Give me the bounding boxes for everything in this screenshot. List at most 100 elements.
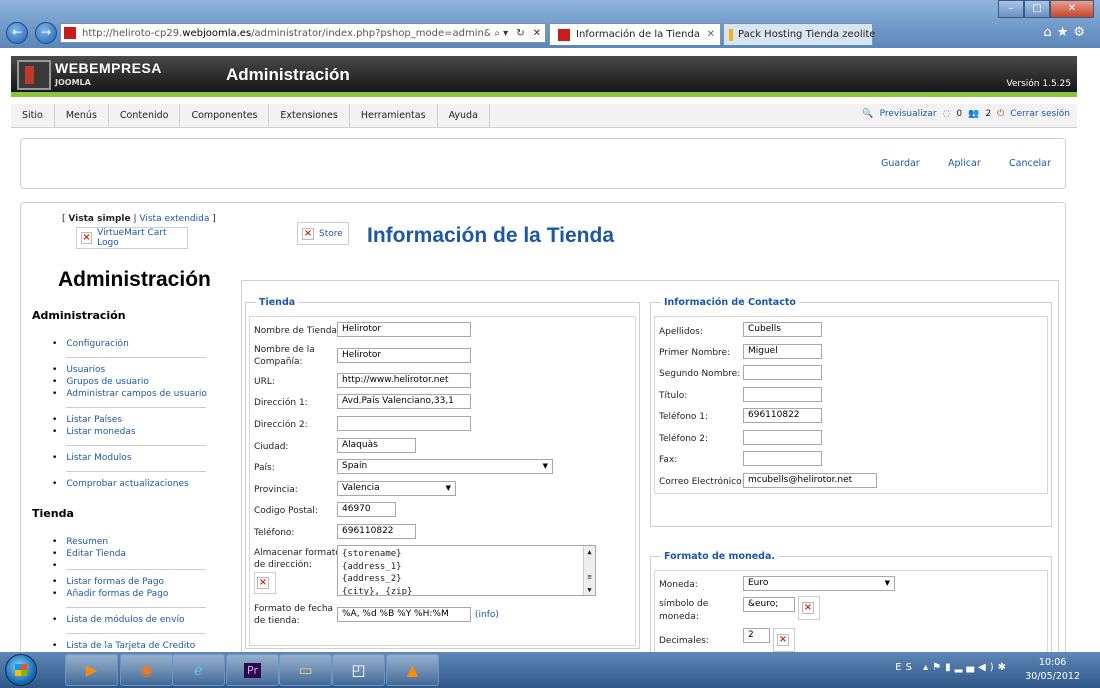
middle-name-input[interactable] (743, 365, 822, 380)
taskbar-firefox[interactable]: ◉ (120, 654, 173, 686)
stop-icon[interactable]: ✕ (529, 28, 545, 39)
logout-link[interactable]: Cerrar sesión (1010, 109, 1070, 119)
address-format-line: {city}, {zip} (342, 586, 413, 596)
volume-icon[interactable]: ◀) (978, 662, 998, 673)
sidebar-item-users[interactable]: Usuarios (52, 365, 105, 375)
taskbar-explorer[interactable]: ▭ (279, 654, 332, 686)
cancel-button[interactable]: Cancelar (1009, 158, 1051, 169)
state-select[interactable]: Valencia (337, 481, 456, 496)
refresh-icon[interactable]: ↻ (512, 28, 528, 39)
users-count[interactable]: 2 (985, 109, 991, 119)
textarea-scrollbar[interactable]: ▲ ≡ ▼ (583, 546, 595, 595)
sidebar-item-edit-store[interactable]: Editar Tienda (52, 549, 126, 559)
version-label: Versión 1.5.25 (1006, 79, 1071, 89)
phone-1-input[interactable]: 696110822 (743, 408, 822, 423)
close-button[interactable]: ✕ (1050, 0, 1094, 18)
favorites-star-icon[interactable]: ★ (1057, 25, 1074, 40)
tab-hosting-pack[interactable]: Pack Hosting Tienda zeolite (723, 23, 875, 45)
taskbar-vlc[interactable]: ▲ (386, 654, 439, 686)
sidebar-item-check-updates[interactable]: Comprobar actualizaciones (52, 479, 188, 489)
address-1-input[interactable]: Avd.País Valenciano,33,1 (337, 394, 471, 409)
forward-button[interactable]: → (35, 22, 57, 44)
flag-icon[interactable]: ⚑ (932, 662, 945, 673)
sidebar-item-countries[interactable]: Listar Países (52, 415, 122, 425)
menu-site[interactable]: Sitio (11, 103, 55, 128)
label-title: Título: (659, 391, 688, 401)
menu-help[interactable]: Ayuda (438, 103, 490, 128)
folder-icon: ▭ (298, 661, 313, 679)
menu-tools[interactable]: Herramientas (350, 103, 438, 128)
clock[interactable]: 10:06 30/05/2012 (1025, 656, 1080, 684)
address-url[interactable]: http://heliroto-cp29.webjoomla.es/admini… (82, 28, 490, 39)
taskbar-premiere[interactable]: Pr (226, 654, 279, 686)
label-company-1: Nombre de la (254, 345, 315, 355)
broken-image-icon: × (802, 602, 814, 614)
sidebar-item-modules[interactable]: Listar Modulos (52, 453, 131, 463)
first-name-input[interactable]: Miguel (743, 344, 822, 359)
window-icon: ◰ (351, 661, 366, 679)
company-name-input[interactable]: Helirotor (337, 348, 471, 363)
apply-button[interactable]: Aplicar (948, 158, 981, 169)
city-input[interactable]: Alaquàs (337, 438, 416, 453)
address-format-textarea[interactable]: {storename} {address_1} {address_2} {cit… (337, 545, 596, 596)
store-name-input[interactable]: Helirotor (337, 322, 471, 337)
last-name-input[interactable]: Cubells (743, 322, 822, 337)
view-extended-link[interactable]: Vista extendida (139, 214, 209, 224)
currency-symbol-input[interactable]: &euro; (743, 597, 795, 612)
back-button[interactable]: ← (6, 22, 28, 44)
taskbar-media-player[interactable]: ▶ (65, 654, 118, 686)
sidebar-item-summary[interactable]: Resumen (52, 537, 108, 547)
phone-2-input[interactable] (743, 430, 822, 445)
save-button[interactable]: Guardar (881, 158, 920, 169)
sidebar-item-user-groups[interactable]: Grupos de usuario (52, 377, 149, 387)
sidebar-item-shipping-modules[interactable]: Lista de módulos de envío (52, 615, 184, 625)
signal-icon[interactable]: ▂▄ (955, 662, 978, 673)
bluetooth-icon[interactable]: ✱ (998, 662, 1010, 673)
sidebar-item-user-fields[interactable]: Administrar campos de usuario (52, 389, 207, 399)
taskbar-app[interactable]: ◰ (332, 654, 385, 686)
gear-icon[interactable]: ⚙ (1073, 25, 1090, 40)
menu-content[interactable]: Contenido (109, 103, 181, 128)
menu-components[interactable]: Componentes (180, 103, 270, 128)
close-tab-icon[interactable]: ✕ (707, 29, 715, 40)
currency-legend: Formato de moneda. (664, 551, 776, 562)
sidebar-item-credit-cards[interactable]: Lista de la Tarjeta de Credito (52, 641, 195, 651)
date-format-input[interactable]: %A, %d %B %Y %H:%M (337, 607, 471, 622)
sidebar-item-payment-list[interactable]: Listar formas de Pago (52, 577, 164, 587)
url-input[interactable]: http://www.helirotor.net (337, 373, 471, 388)
country-select[interactable]: Spain (337, 459, 553, 474)
label-first-name: Primer Nombre: (659, 348, 731, 358)
maximize-button[interactable]: □ (1024, 0, 1050, 18)
zip-input[interactable]: 46970 (337, 502, 396, 517)
taskbar-internet-explorer[interactable]: ℯ (172, 654, 225, 686)
zeolite-favicon-icon (729, 28, 733, 41)
network-icon[interactable]: ▮ (945, 662, 955, 673)
start-button[interactable] (5, 654, 37, 686)
menu-extensions[interactable]: Extensiones (269, 103, 350, 128)
preview-icon: 🔍 (862, 109, 874, 119)
label-email: Correo Electrónico: (659, 477, 745, 487)
minimize-button[interactable]: – (998, 0, 1024, 18)
language-indicator[interactable]: ES (895, 662, 916, 673)
decimals-input[interactable]: 2 (743, 628, 770, 643)
email-input[interactable]: mcubells@helirotor.net (743, 473, 877, 488)
tab-store-info[interactable]: Información de la Tienda ✕ (549, 23, 721, 45)
menu-menus[interactable]: Menús (55, 103, 109, 128)
home-icon[interactable]: ⌂ (1043, 25, 1056, 40)
sidebar-item-payment-add[interactable]: Añadir formas de Pago (52, 589, 168, 599)
preview-link[interactable]: Previsualizar (880, 109, 937, 119)
messages-count[interactable]: 0 (956, 109, 962, 119)
date-format-info-link[interactable]: (info) (475, 610, 499, 620)
phone-input[interactable]: 696110822 (337, 524, 416, 539)
sidebar-divider (66, 607, 206, 608)
sidebar-item-configuration[interactable]: Configuración (52, 339, 128, 349)
address-bar[interactable]: http://heliroto-cp29.webjoomla.es/admini… (60, 23, 546, 43)
currency-select[interactable]: Euro (743, 576, 895, 591)
search-icon[interactable]: ⌕ ▾ (490, 28, 512, 39)
title-input[interactable] (743, 387, 822, 402)
sidebar-item-currencies[interactable]: Listar monedas (52, 427, 135, 437)
fax-input[interactable] (743, 451, 822, 466)
sidebar-item-empty (52, 561, 66, 571)
address-2-input[interactable] (337, 416, 471, 431)
tray-arrow-icon[interactable]: ▴ (923, 662, 932, 673)
